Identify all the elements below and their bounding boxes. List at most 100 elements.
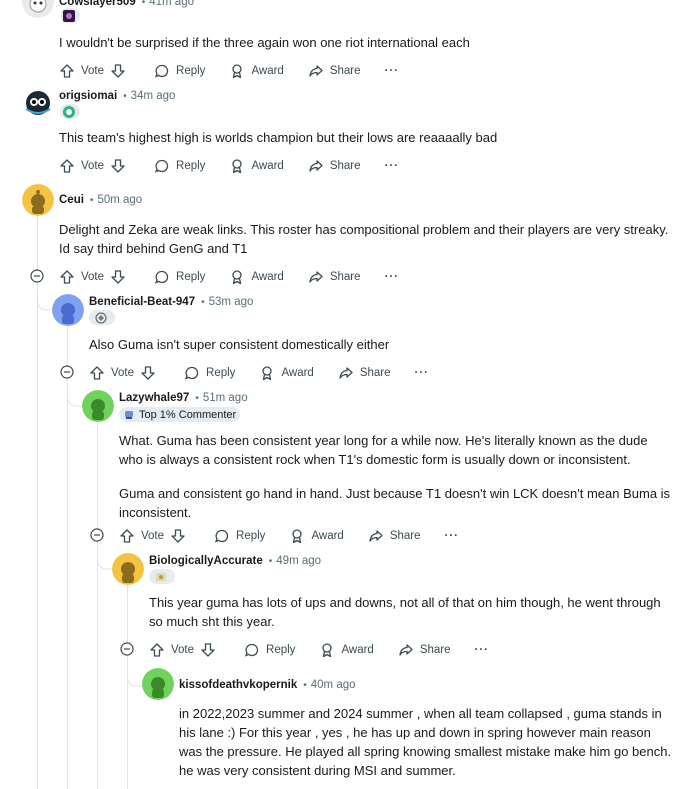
upvote-icon[interactable] — [59, 269, 75, 285]
vote-control: Vote — [89, 365, 156, 381]
collapse-thread-icon[interactable] — [120, 642, 134, 656]
vote-label: Vote — [81, 65, 105, 77]
username[interactable]: kissofdeathvkopernik — [179, 679, 297, 691]
more-options-icon[interactable]: ··· — [385, 65, 400, 77]
vote-control: Vote — [59, 269, 126, 285]
avatar[interactable] — [142, 668, 174, 700]
vote-control: Vote — [149, 642, 216, 658]
comment-actions: Vote Reply Award Share ··· — [89, 362, 429, 384]
collapse-thread-icon[interactable] — [30, 269, 44, 283]
upvote-icon[interactable] — [89, 365, 105, 381]
award-button[interactable]: Award — [229, 63, 284, 79]
username[interactable]: BiologicallyAccurate — [149, 555, 263, 567]
avatar[interactable] — [82, 390, 114, 422]
comment-actions: Vote Reply Award Share ··· — [119, 525, 459, 547]
award-icon — [232, 270, 243, 285]
reply-button[interactable]: Reply — [184, 365, 235, 381]
reply-icon — [154, 270, 169, 284]
comment-header: Cowslayer509 • 41m ago — [59, 0, 194, 11]
comment-body: This team's highest high is worlds champ… — [59, 130, 498, 145]
username[interactable]: Ceui — [59, 194, 84, 206]
share-icon — [339, 367, 353, 379]
more-options-icon[interactable]: ··· — [385, 160, 400, 172]
comment-header: Ceui • 50m ago — [59, 191, 142, 209]
share-button[interactable]: Share — [308, 269, 361, 285]
reply-icon — [184, 366, 199, 380]
award-button[interactable]: Award — [289, 528, 344, 544]
award-icon — [262, 366, 273, 381]
upvote-icon[interactable] — [59, 63, 75, 79]
reply-icon — [154, 159, 169, 173]
downvote-icon[interactable] — [110, 269, 126, 285]
share-icon — [369, 530, 383, 542]
award-button[interactable]: Award — [319, 642, 374, 658]
reply-button[interactable]: Reply — [154, 269, 205, 285]
award-icon — [232, 159, 243, 174]
reply-button[interactable]: Reply — [154, 63, 205, 79]
more-options-icon[interactable]: ··· — [385, 271, 400, 283]
share-icon — [309, 271, 323, 283]
avatar[interactable] — [112, 553, 144, 585]
more-options-icon[interactable]: ··· — [415, 367, 430, 379]
vote-control: Vote — [59, 63, 126, 79]
upvote-icon[interactable] — [59, 158, 75, 174]
vote-control: Vote — [59, 158, 126, 174]
timestamp[interactable]: 50m ago — [97, 194, 142, 206]
collapse-thread-icon[interactable] — [60, 365, 74, 379]
avatar[interactable] — [22, 184, 54, 216]
vote-control: Vote — [119, 528, 186, 544]
timestamp[interactable]: 53m ago — [209, 296, 254, 308]
share-button[interactable]: Share — [308, 158, 361, 174]
user-flair-icon — [149, 569, 175, 584]
vote-label: Vote — [141, 530, 165, 542]
username[interactable]: Cowslayer509 — [59, 0, 136, 8]
award-button[interactable]: Award — [229, 269, 284, 285]
reply-icon — [154, 64, 169, 78]
downvote-icon[interactable] — [140, 365, 156, 381]
user-flair-icon — [60, 104, 80, 119]
comment-actions: Vote Reply Award Share ··· — [59, 60, 399, 82]
reply-button[interactable]: Reply — [244, 642, 295, 658]
avatar[interactable] — [52, 294, 84, 326]
comment-actions: Vote Reply Award Share ··· — [149, 639, 489, 661]
collapse-thread-icon[interactable] — [90, 528, 104, 542]
timestamp[interactable]: 49m ago — [276, 555, 321, 567]
downvote-icon[interactable] — [110, 158, 126, 174]
award-button[interactable]: Award — [259, 365, 314, 381]
reply-icon — [244, 643, 259, 657]
separator-dot: • — [141, 0, 146, 8]
award-icon — [232, 64, 243, 79]
separator-dot: • — [89, 194, 94, 206]
comment-body: Delight and Zeka are weak links. This ro… — [59, 222, 669, 256]
share-button[interactable]: Share — [308, 63, 361, 79]
timestamp[interactable]: 34m ago — [131, 90, 176, 102]
downvote-icon[interactable] — [200, 642, 216, 658]
separator-dot: • — [303, 679, 307, 691]
reply-button[interactable]: Reply — [154, 158, 205, 174]
vote-label: Vote — [111, 367, 135, 379]
username[interactable]: Beneficial-Beat-947 — [89, 296, 195, 308]
trophy-icon — [125, 410, 133, 419]
share-button[interactable]: Share — [368, 528, 421, 544]
share-button[interactable]: Share — [398, 642, 451, 658]
reply-button[interactable]: Reply — [214, 528, 265, 544]
timestamp[interactable]: 41m ago — [149, 0, 194, 8]
award-button[interactable]: Award — [229, 158, 284, 174]
username[interactable]: Lazywhale97 — [119, 392, 189, 404]
avatar[interactable] — [22, 87, 54, 119]
upvote-icon[interactable] — [149, 642, 165, 658]
avatar[interactable] — [22, 0, 54, 18]
more-options-icon[interactable]: ··· — [475, 644, 490, 656]
downvote-icon[interactable] — [110, 63, 126, 79]
comment-header: Lazywhale97 • 51m ago — [119, 389, 248, 407]
user-flair-icon — [89, 310, 115, 325]
more-options-icon[interactable]: ··· — [445, 530, 460, 542]
share-button[interactable]: Share — [338, 365, 391, 381]
upvote-icon[interactable] — [119, 528, 135, 544]
comment-body: This year guma has lots of ups and downs… — [149, 595, 661, 629]
comment-header: BiologicallyAccurate • 49m ago — [149, 552, 321, 570]
timestamp[interactable]: 40m ago — [311, 679, 356, 691]
username[interactable]: origsiomai — [59, 90, 117, 102]
downvote-icon[interactable] — [170, 528, 186, 544]
timestamp[interactable]: 51m ago — [203, 392, 248, 404]
